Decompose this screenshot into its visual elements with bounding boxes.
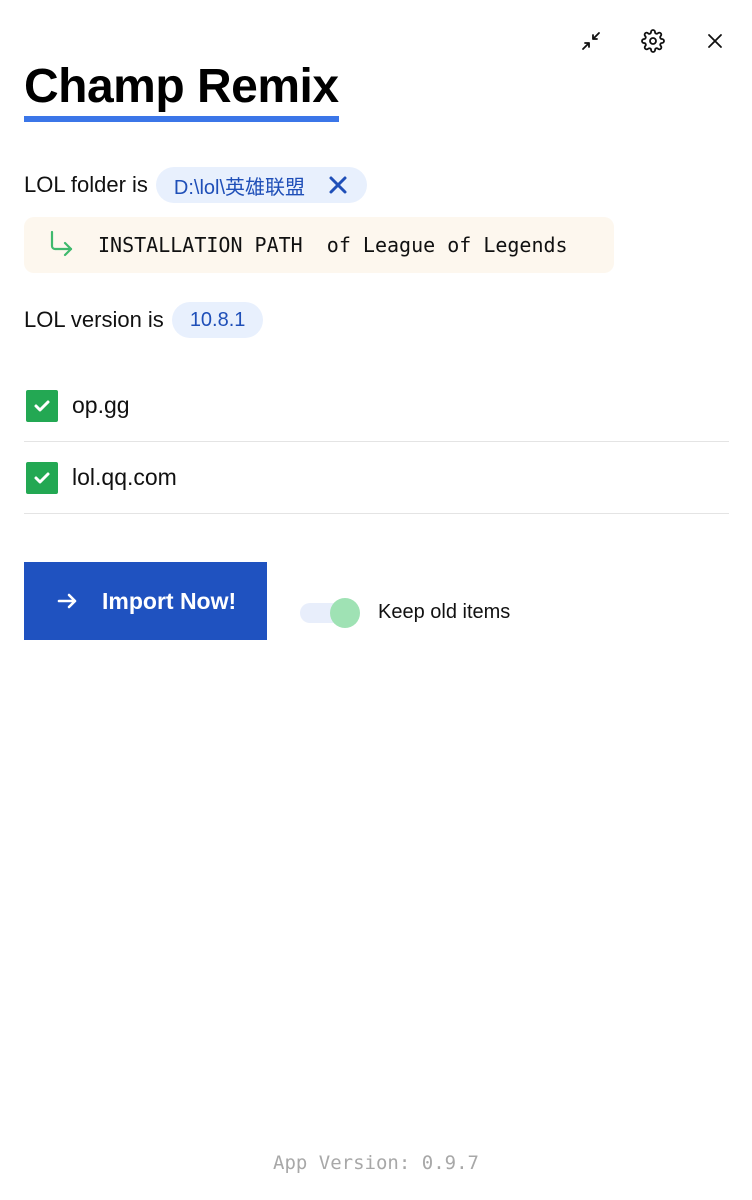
lol-version-value: 10.8.1 [189, 308, 246, 331]
lol-version-row: LOL version is 10.8.1 [24, 302, 264, 338]
toggle-knob [330, 598, 360, 628]
source-label: lol.qq.com [72, 464, 177, 490]
list-item[interactable]: op.gg [24, 370, 729, 442]
clear-folder-button[interactable] [327, 174, 349, 196]
turn-down-right-arrow-icon [46, 228, 76, 263]
window-controls [576, 26, 730, 56]
lol-version-chip: 10.8.1 [171, 302, 264, 338]
source-label: op.gg [72, 392, 130, 418]
check-icon [34, 400, 50, 411]
close-icon [708, 34, 722, 48]
arrow-right-icon [57, 593, 77, 609]
collapse-arrows-icon [582, 32, 600, 50]
lol-version-label: LOL version is [24, 307, 164, 332]
minimize-button[interactable] [576, 26, 606, 56]
keep-old-items-label: Keep old items [378, 600, 511, 623]
source-list: op.gg lol.qq.com [24, 370, 729, 514]
close-button[interactable] [700, 26, 730, 56]
check-icon [34, 472, 50, 483]
app-title: Champ Remix [24, 60, 339, 113]
keep-old-items-toggle[interactable] [300, 596, 360, 628]
installation-path-hint: INSTALLATION PATH of League of Legends [24, 217, 614, 273]
settings-button[interactable] [638, 26, 668, 56]
close-icon [329, 176, 347, 194]
keep-old-items-row: Keep old items [300, 596, 510, 628]
title-underline [24, 115, 339, 122]
import-button-label: Import Now! [102, 587, 237, 614]
lol-folder-row: LOL folder is D:\lol\英雄联盟 [24, 167, 368, 203]
lol-folder-label: LOL folder is [24, 172, 148, 197]
lol-folder-path: D:\lol\英雄联盟 [173, 176, 306, 199]
hint-text: INSTALLATION PATH of League of Legends [98, 233, 568, 257]
gear-icon [641, 29, 665, 53]
lol-folder-chip[interactable]: D:\lol\英雄联盟 [155, 167, 368, 203]
source-checkbox-lolqq[interactable] [26, 461, 58, 494]
source-checkbox-opgg[interactable] [26, 389, 58, 422]
app-version: App Version: 0.9.7 [273, 1152, 479, 1174]
list-item[interactable]: lol.qq.com [24, 442, 729, 514]
app-title-block: Champ Remix [24, 58, 339, 122]
import-now-button[interactable]: Import Now! [24, 562, 267, 640]
